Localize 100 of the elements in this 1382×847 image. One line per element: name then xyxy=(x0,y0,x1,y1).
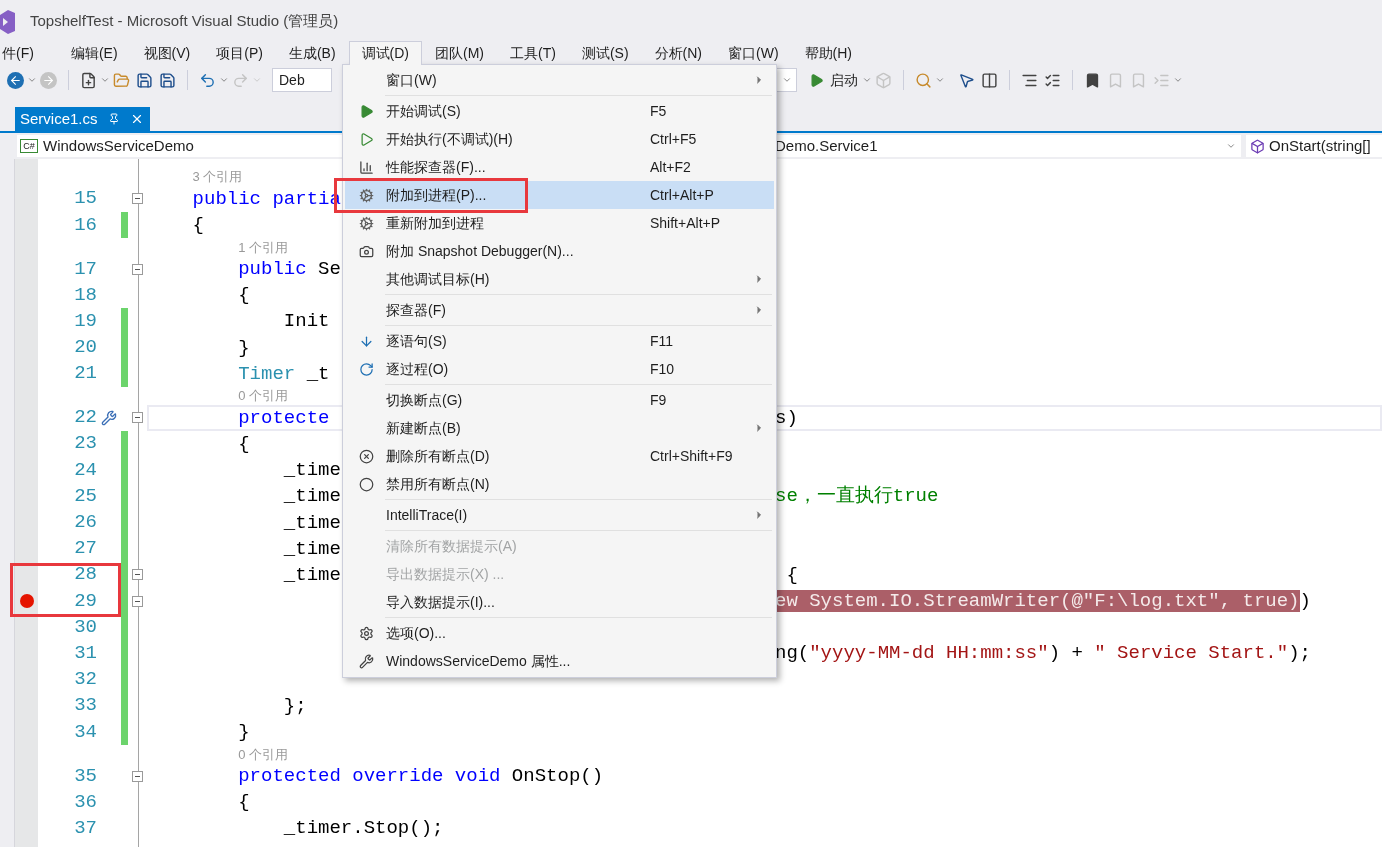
menu-bar-item[interactable]: 测试(S) xyxy=(568,42,642,64)
menu-bar-item[interactable]: 件(F) xyxy=(0,42,58,64)
menu-item[interactable]: 开始执行(不调试)(H) Ctrl+F5 xyxy=(345,125,774,153)
save-icon[interactable] xyxy=(136,71,153,89)
wrench-icon xyxy=(358,653,374,669)
menu-item[interactable]: 附加到进程(P)... Ctrl+Alt+P xyxy=(345,181,774,209)
code-text: public Se xyxy=(237,258,341,281)
collapse-icon[interactable] xyxy=(132,770,143,782)
line-number: 26 xyxy=(73,513,97,533)
new-file-icon[interactable] xyxy=(80,71,97,89)
line-number: 34 xyxy=(73,722,97,742)
menu-item[interactable]: WindowsServiceDemo 属性... xyxy=(345,647,774,675)
line-number: 22 xyxy=(73,408,97,428)
member-dropdown[interactable]: OnStart(string[] xyxy=(1246,135,1382,157)
line-number: 24 xyxy=(73,460,97,480)
collapse-icon[interactable] xyxy=(132,193,143,205)
menu-item[interactable]: 探查器(F) xyxy=(345,296,774,324)
configuration-dropdown[interactable]: Deb xyxy=(272,68,332,92)
collapse-icon[interactable] xyxy=(132,412,143,424)
menu-bar-item[interactable]: 分析(N) xyxy=(641,42,715,64)
play-icon xyxy=(358,131,374,147)
menu-bar-item[interactable]: 生成(B) xyxy=(275,42,349,64)
code-text: { xyxy=(237,791,250,814)
menu-item[interactable]: 逐语句(S) F11 xyxy=(345,327,774,355)
collapse-icon[interactable] xyxy=(132,569,143,581)
menu-item[interactable]: 性能探查器(F)... Alt+F2 xyxy=(345,153,774,181)
delete-breakpoints-icon xyxy=(358,448,374,464)
code-text: protected override void OnStop() xyxy=(237,765,604,788)
code-text: se，一直执行true xyxy=(775,485,939,508)
menu-item[interactable]: 删除所有断点(D) Ctrl+Shift+F9 xyxy=(345,442,774,470)
code-text: Timer _t xyxy=(237,362,330,385)
code-text: _time xyxy=(282,511,341,534)
line-number: 23 xyxy=(73,434,97,454)
line-number: 17 xyxy=(73,259,97,279)
line-number: 16 xyxy=(73,215,97,235)
settings-icon xyxy=(358,625,374,641)
menu-item[interactable]: 切换断点(G) F9 xyxy=(345,386,774,414)
menu-bar-item[interactable]: 团队(M) xyxy=(422,42,497,64)
search-icon[interactable] xyxy=(915,71,932,89)
code-text: } xyxy=(237,336,250,359)
code-text: { xyxy=(237,433,250,455)
menu-item[interactable]: 其他调试目标(H) xyxy=(345,265,774,293)
line-number: 19 xyxy=(73,311,97,331)
menu-bar-item[interactable]: 调试(D) xyxy=(348,41,422,65)
menu-item[interactable]: 新建断点(B) xyxy=(345,414,774,442)
menu-item[interactable]: 导入数据提示(I)... xyxy=(345,588,774,616)
line-number: 36 xyxy=(73,792,97,812)
code-text: _time xyxy=(282,459,341,482)
line-number: 27 xyxy=(73,539,97,559)
app-logo-icon xyxy=(0,10,15,34)
pin-icon[interactable] xyxy=(107,113,120,125)
circle-icon xyxy=(358,476,374,492)
code-text: } xyxy=(237,721,250,744)
collapse-icon[interactable] xyxy=(132,595,143,607)
menu-bar-item[interactable]: 帮助(H) xyxy=(791,42,865,64)
undo-icon[interactable] xyxy=(199,71,216,89)
pointer-icon[interactable] xyxy=(958,71,975,89)
code-text: ew System.IO.StreamWriter(@"F:\log.txt", true)) xyxy=(775,590,1311,613)
line-number: 31 xyxy=(73,644,97,663)
line-number: 33 xyxy=(73,696,97,716)
line-number: 18 xyxy=(73,285,97,305)
line-number: 21 xyxy=(73,364,97,384)
type-dropdown[interactable]: Demo.Service1 xyxy=(775,135,1241,157)
menu-item[interactable]: 窗口(W) xyxy=(345,66,774,94)
menu-bar-item[interactable]: 窗口(W) xyxy=(715,42,792,64)
save-all-icon[interactable] xyxy=(159,71,176,89)
window-title: TopshelfTest - Microsoft Visual Studio (管理员) xyxy=(30,10,339,31)
menu-bar-item[interactable]: 工具(T) xyxy=(497,42,569,64)
menu-item[interactable]: 禁用所有断点(N) xyxy=(345,470,774,498)
open-folder-icon[interactable] xyxy=(113,71,130,89)
columns-icon[interactable] xyxy=(981,71,998,89)
gear-icon xyxy=(358,187,374,203)
menu-item[interactable]: IntelliTrace(I) xyxy=(345,501,774,529)
collapse-icon[interactable] xyxy=(132,263,143,275)
menu-bar-item[interactable]: 视图(V) xyxy=(130,42,204,64)
step-over-icon xyxy=(358,361,374,377)
line-number: 32 xyxy=(73,670,97,690)
back-icon[interactable] xyxy=(7,71,24,89)
menu-item[interactable]: 附加 Snapshot Debugger(N)... xyxy=(345,237,774,265)
code-text: _time xyxy=(282,537,341,560)
code-text: _time xyxy=(282,563,341,586)
menu-item[interactable]: 重新附加到进程 Shift+Alt+P xyxy=(345,209,774,237)
csharp-icon: C# xyxy=(20,139,38,153)
start-button[interactable]: 启动 xyxy=(809,69,858,91)
menu-bar-item[interactable]: 编辑(E) xyxy=(57,42,131,64)
bookmark-icon[interactable] xyxy=(1084,71,1101,89)
line-number: 20 xyxy=(73,338,97,358)
code-text: { xyxy=(237,284,250,307)
menu-item[interactable]: 开始调试(S) F5 xyxy=(345,97,774,125)
caret-icon xyxy=(1226,141,1236,151)
code-text: _timer.Stop(); xyxy=(282,817,444,840)
line-number: 15 xyxy=(73,189,97,209)
line-number: 37 xyxy=(73,818,97,838)
document-tab[interactable]: Service1.cs xyxy=(15,107,150,131)
menu-bar-item[interactable]: 项目(P) xyxy=(203,42,276,64)
menu-item[interactable]: 逐过程(O) F10 xyxy=(345,355,774,383)
code-text: ng("yyyy-MM-dd HH:mm:ss") + " Service Start."); xyxy=(775,642,1311,665)
code-text: _time xyxy=(282,485,341,508)
line-number: 35 xyxy=(73,766,97,786)
menu-item[interactable]: 选项(O)... xyxy=(345,619,774,647)
